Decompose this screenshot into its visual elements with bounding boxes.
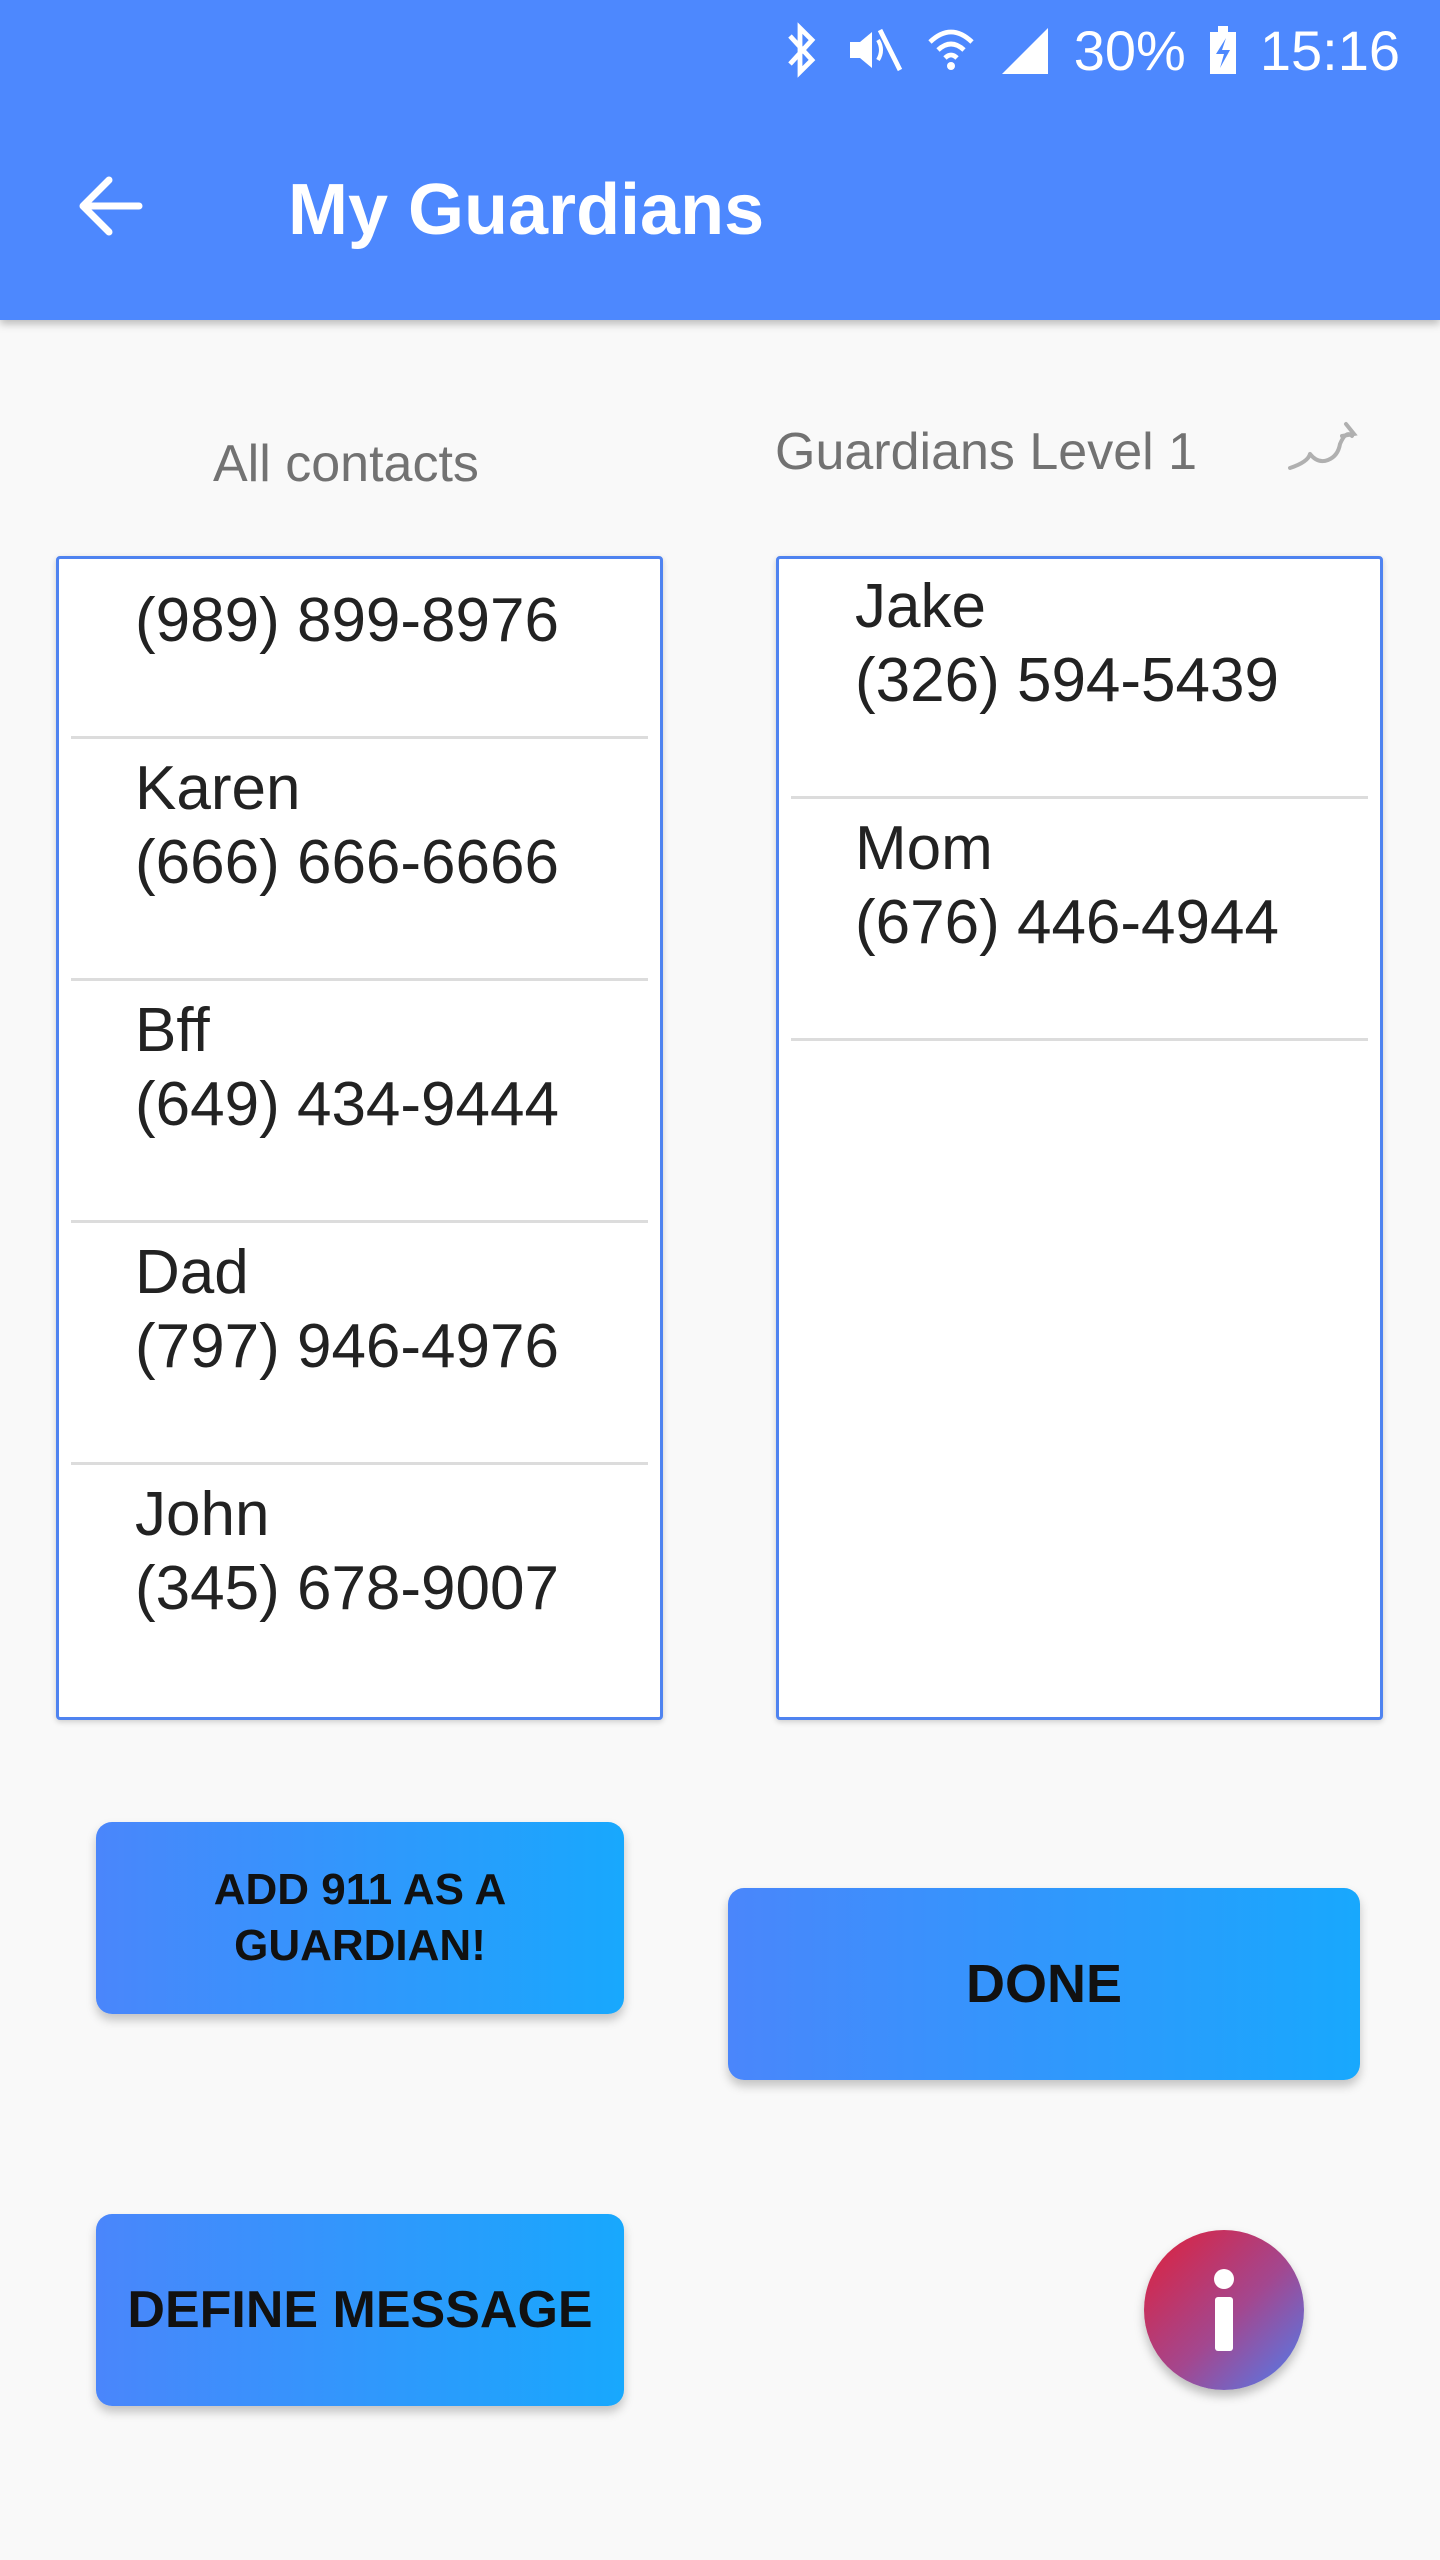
battery-percent: 30%: [1073, 18, 1186, 82]
contact-phone: (649) 434-9444: [135, 1070, 559, 1139]
guardians-level-label: Guardians Level 1: [775, 423, 1198, 481]
page-title: My Guardians: [288, 170, 765, 250]
define-message-button[interactable]: DEFINE MESSAGE: [96, 2214, 624, 2406]
add-911-button[interactable]: ADD 911 AS A GUARDIAN!: [96, 1822, 624, 2014]
contact-phone: (797) 946-4976: [135, 1312, 559, 1381]
guardian-name: Jake: [855, 572, 986, 641]
contact-name: John: [135, 1480, 270, 1549]
add-911-label-line2: GUARDIAN!: [234, 1921, 486, 1970]
contact-phone: (989) 899-8976: [135, 586, 559, 655]
arrow-left-icon: [79, 176, 143, 236]
app-bar: 30% 15:16 My Guardians: [0, 0, 1440, 320]
done-label: DONE: [965, 1954, 1122, 2014]
guardian-name: Mom: [855, 814, 993, 883]
all-contacts-label: All contacts: [213, 435, 479, 493]
done-button[interactable]: DONE: [728, 1888, 1360, 2080]
battery-charging-icon: [1208, 22, 1238, 78]
guardian-phone: (326) 594-5439: [855, 646, 1279, 715]
define-message-label: DEFINE MESSAGE: [127, 2281, 593, 2339]
guardian-phone: (676) 446-4944: [855, 888, 1279, 957]
list-item[interactable]: John (345) 678-9007: [71, 1467, 648, 1707]
list-item[interactable]: Karen (666) 666-6666: [71, 741, 648, 981]
contact-name: Dad: [135, 1238, 249, 1307]
wifi-icon: [926, 22, 976, 78]
list-item[interactable]: Mom (676) 446-4944: [791, 801, 1368, 1041]
contact-phone: (345) 678-9007: [135, 1554, 559, 1623]
back-button[interactable]: [70, 166, 150, 246]
contact-name: Karen: [135, 754, 301, 823]
list-item[interactable]: Dad (797) 946-4976: [71, 1225, 648, 1465]
guardians-list[interactable]: Jake (326) 594-5439 Mom (676) 446-4944: [776, 556, 1383, 1720]
list-item[interactable]: Jake (326) 594-5439: [791, 559, 1368, 799]
info-icon: [1214, 2269, 1234, 2351]
signal-icon: [998, 22, 1052, 78]
clock: 15:16: [1259, 18, 1400, 82]
swap-icon[interactable]: [1280, 410, 1360, 480]
info-button[interactable]: [1144, 2230, 1304, 2390]
bluetooth-icon: [782, 22, 822, 78]
mute-icon: [844, 22, 904, 78]
all-contacts-list[interactable]: (989) 899-8976 Karen (666) 666-6666 Bff …: [56, 556, 663, 1720]
status-bar: 30% 15:16: [782, 14, 1400, 86]
contact-name: Bff: [135, 996, 210, 1065]
add-911-label-line1: ADD 911 AS A: [213, 1865, 507, 1914]
contact-phone: (666) 666-6666: [135, 828, 559, 897]
list-item[interactable]: Bff (649) 434-9444: [71, 983, 648, 1223]
list-item[interactable]: (989) 899-8976: [71, 559, 648, 739]
